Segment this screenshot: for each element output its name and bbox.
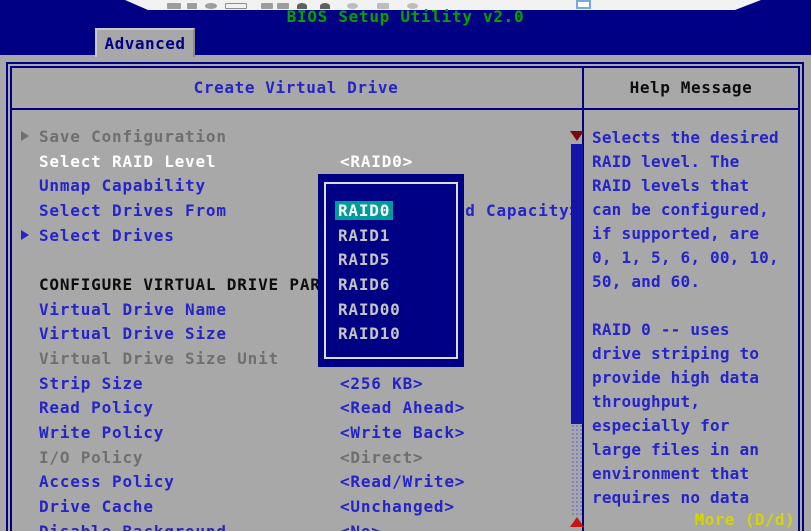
- list-item-virtual-drive-name[interactable]: Virtual Drive Name: [12, 297, 570, 322]
- help-message-text: Selects the desired RAID level. The RAID…: [592, 126, 798, 510]
- list-item-select-raid-level[interactable]: Select RAID Level <RAID0>: [12, 149, 570, 174]
- list-item-unmap-capability[interactable]: Unmap Capability: [12, 173, 570, 198]
- list-item-access-policy[interactable]: Access Policy <Read/Write>: [12, 469, 570, 494]
- list-section-heading: CONFIGURE VIRTUAL DRIVE PARAMETERS:: [12, 272, 570, 297]
- dropdown-option-raid00[interactable]: RAID00: [338, 298, 401, 322]
- header-divider-line: [10, 108, 800, 110]
- list-item-virtual-drive-size[interactable]: Virtual Drive Size: [12, 321, 570, 346]
- tab-advanced[interactable]: Advanced: [95, 28, 195, 57]
- scroll-up-icon[interactable]: [570, 131, 584, 141]
- list-item-save-configuration[interactable]: Save Configuration: [12, 124, 570, 149]
- list-item-select-drives-from[interactable]: Select Drives From <Unconfigured Capacit…: [12, 198, 570, 223]
- dropdown-option-raid5[interactable]: RAID5: [338, 248, 390, 272]
- help-panel-title: Help Message: [584, 78, 798, 97]
- list-item-drive-cache[interactable]: Drive Cache <Unchanged>: [12, 494, 570, 519]
- dropdown-option-raid6[interactable]: RAID6: [338, 273, 390, 297]
- expand-arrow-icon: [21, 131, 29, 141]
- help-more-label: More (D/d): [640, 511, 795, 529]
- raid-level-dropdown[interactable]: RAID0 RAID1 RAID5 RAID6 RAID00 RAID10: [318, 174, 464, 367]
- list-item-write-policy[interactable]: Write Policy <Write Back>: [12, 420, 570, 445]
- list-item-select-drives[interactable]: Select Drives: [12, 223, 570, 248]
- dropdown-option-raid1[interactable]: RAID1: [338, 224, 390, 248]
- list-item-virtual-drive-size-unit[interactable]: Virtual Drive Size Unit: [12, 346, 570, 371]
- list-item-disable-background[interactable]: Disable Background <No>: [12, 519, 570, 531]
- scroll-down-icon[interactable]: [570, 517, 584, 527]
- list-item-strip-size[interactable]: Strip Size <256 KB>: [12, 371, 570, 396]
- scrollbar-track[interactable]: [571, 424, 583, 516]
- list-item-io-policy[interactable]: I/O Policy <Direct>: [12, 445, 570, 470]
- list-item-read-policy[interactable]: Read Policy <Read Ahead>: [12, 395, 570, 420]
- dropdown-option-raid10[interactable]: RAID10: [338, 322, 401, 346]
- page-title: Create Virtual Drive: [12, 78, 580, 97]
- scrollbar-thumb[interactable]: [571, 144, 583, 424]
- dropdown-option-raid0[interactable]: RAID0: [338, 199, 393, 223]
- bios-title: BIOS Setup Utility v2.0: [0, 7, 811, 26]
- expand-arrow-icon: [21, 230, 29, 240]
